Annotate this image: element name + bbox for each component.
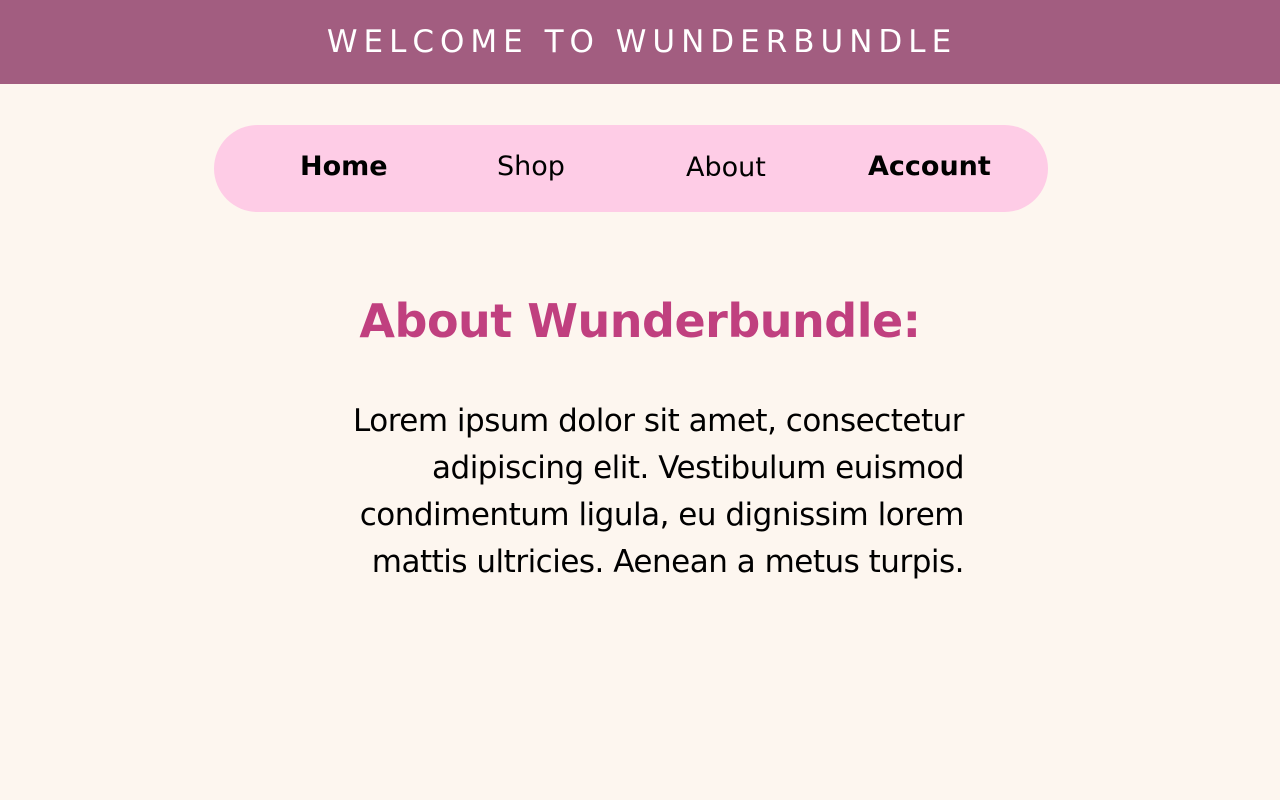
nav-about-link[interactable]: About: [686, 126, 766, 213]
nav-shop-link[interactable]: Shop: [497, 125, 565, 212]
nav-home-link[interactable]: Home: [300, 125, 388, 212]
welcome-banner-text: WELCOME TO WUNDERBUNDLE: [326, 24, 958, 60]
about-paragraph: Lorem ipsum dolor sit amet, consectetur …: [353, 403, 964, 580]
top-banner: WELCOME TO WUNDERBUNDLE: [0, 0, 1280, 84]
page-title: About Wunderbundle:: [359, 294, 921, 348]
nav-account-link[interactable]: Account: [868, 125, 991, 212]
main-nav: Home Shop About Account: [214, 125, 1048, 212]
